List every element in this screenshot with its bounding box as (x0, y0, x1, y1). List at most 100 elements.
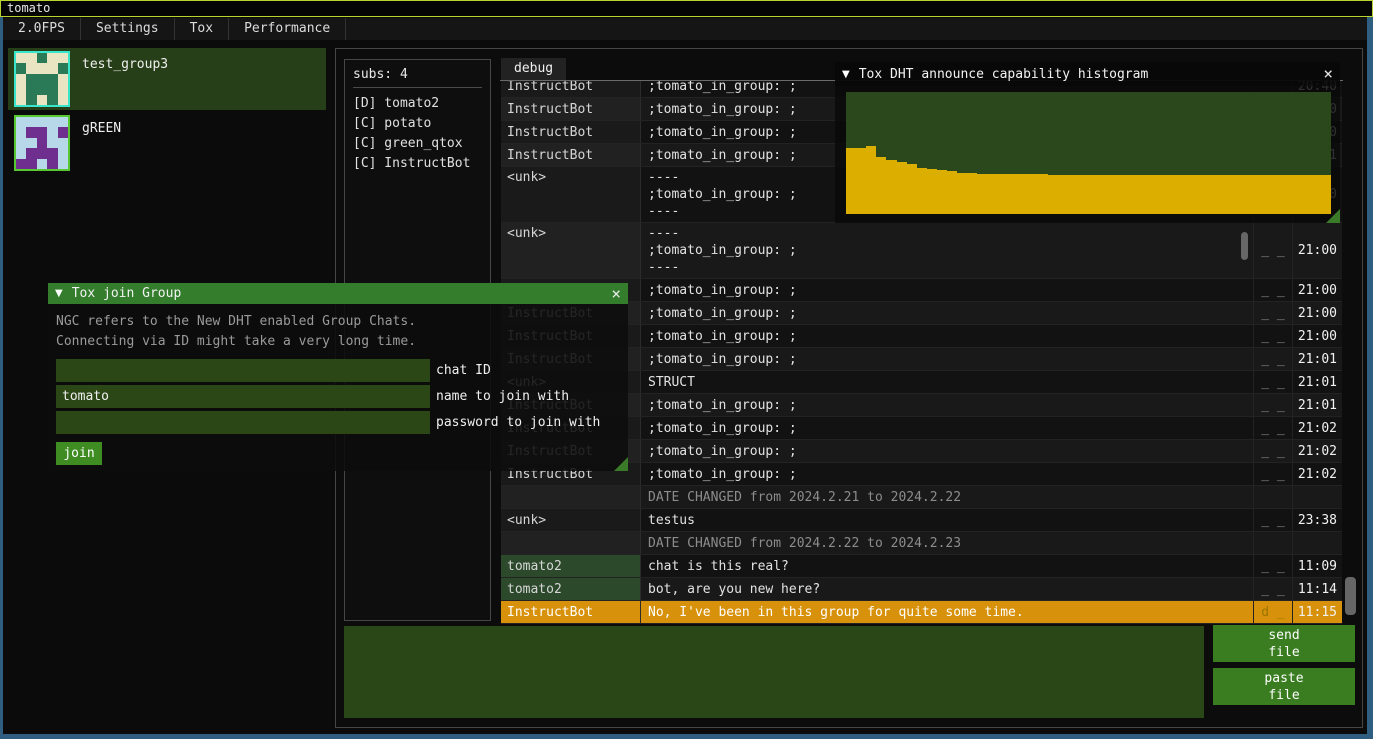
join-fields: chat IDtomatoname to join with password t… (56, 357, 620, 435)
message-status: _ _ (1254, 348, 1293, 370)
group-item-test_group3[interactable]: test_group3 (8, 48, 326, 110)
join-group-body: NGC refers to the New DHT enabled Group … (48, 304, 628, 471)
avatar-pixel (26, 63, 36, 73)
chat-scrollbar-thumb[interactable] (1345, 577, 1356, 615)
field-row-password-to-join-with: password to join with (56, 409, 620, 435)
subscriber-instructbot[interactable]: [C] InstructBot (353, 154, 482, 174)
message-row[interactable]: <unk>testus_ _23:38 (501, 509, 1342, 532)
message-text: testus (641, 509, 1254, 531)
message-text: ;tomato_in_group: ; (641, 394, 1254, 416)
histogram-bar (856, 148, 866, 214)
message-text: ;tomato_in_group: ; (641, 440, 1254, 462)
message-timestamp: 11:15 (1293, 601, 1342, 623)
group-avatar (14, 115, 70, 171)
message-row[interactable]: InstructBotNo, I've been in this group f… (501, 601, 1342, 624)
message-timestamp: 21:00 (1293, 223, 1342, 278)
histogram-bar (1180, 175, 1190, 214)
message-status: _ _ (1254, 440, 1293, 462)
avatar-pixel (47, 63, 57, 73)
avatar-pixel (16, 63, 26, 73)
join-group-titlebar[interactable]: ▼ Tox join Group × (48, 283, 628, 304)
group-item-green[interactable]: gREEN (8, 112, 326, 174)
avatar-pixel (37, 117, 47, 127)
avatar-pixel (37, 127, 47, 137)
histogram-bar (988, 174, 998, 214)
resize-grip-icon[interactable] (1326, 209, 1340, 223)
histogram-bar (1038, 174, 1048, 214)
chat-scrollbar-thumb-secondary[interactable] (1241, 232, 1248, 260)
chat-id-input[interactable] (56, 359, 430, 382)
close-icon[interactable]: × (1323, 66, 1333, 82)
close-icon[interactable]: × (611, 286, 621, 302)
collapse-arrow-icon[interactable]: ▼ (55, 288, 63, 299)
message-input[interactable] (344, 626, 1204, 718)
date-changed-row[interactable]: DATE CHANGED from 2024.2.21 to 2024.2.22 (501, 486, 1342, 509)
avatar-pixel (47, 84, 57, 94)
message-status: _ _ (1254, 302, 1293, 324)
field-row-name-to-join-with: tomatoname to join with (56, 383, 620, 409)
message-sender: <unk> (501, 167, 641, 222)
histogram-bar (1119, 175, 1129, 214)
resize-grip-icon[interactable] (614, 457, 628, 471)
password-to-join-with-input[interactable] (56, 411, 430, 434)
group-name-label: test_group3 (82, 57, 168, 72)
message-status: _ _ (1254, 463, 1293, 485)
message-status: _ _ (1254, 555, 1293, 577)
window-title: tomato (7, 1, 50, 15)
histogram-bar (1058, 175, 1068, 214)
message-timestamp: 21:01 (1293, 394, 1342, 416)
group-name-label: gREEN (82, 121, 121, 136)
message-status (1254, 532, 1293, 554)
avatar-pixel (16, 95, 26, 105)
message-text: DATE CHANGED from 2024.2.22 to 2024.2.23 (641, 532, 1254, 554)
histogram-bar (1230, 175, 1240, 214)
histogram-bar (977, 174, 987, 214)
date-changed-row[interactable]: DATE CHANGED from 2024.2.22 to 2024.2.23 (501, 532, 1342, 555)
subscriber-tomato2[interactable]: [D] tomato2 (353, 94, 482, 114)
name-to-join-with-input[interactable]: tomato (56, 385, 430, 408)
field-row-chat-id: chat ID (56, 357, 620, 383)
histogram-window: ▼ Tox DHT announce capability histogram … (835, 62, 1340, 223)
message-row[interactable]: <unk>---- ;tomato_in_group: ; ----_ _21:… (501, 223, 1342, 279)
avatar-pixel (26, 159, 36, 169)
menu-bar: 2.0FPSSettingsToxPerformance (3, 18, 1367, 40)
avatar-pixel (26, 127, 36, 137)
message-row[interactable]: tomato2chat is this real?_ _11:09 (501, 555, 1342, 578)
avatar-pixel (47, 95, 57, 105)
subscriber-green_qtox[interactable]: [C] green_qtox (353, 134, 482, 154)
histogram-bar (907, 164, 917, 214)
password-to-join-with-label: password to join with (436, 415, 600, 430)
app-window: tomato 2.0FPSSettingsToxPerformance test… (0, 0, 1373, 739)
histogram-bar (1068, 175, 1078, 214)
message-status: _ _ (1254, 279, 1293, 301)
histogram-bar (1008, 174, 1018, 214)
send-file-label-1: send (1213, 627, 1355, 644)
avatar-pixel (58, 148, 68, 158)
histogram-bar (1281, 175, 1291, 214)
message-sender: <unk> (501, 509, 641, 531)
avatar-pixel (16, 138, 26, 148)
avatar-pixel (16, 84, 26, 94)
paste-file-button[interactable]: paste file (1213, 668, 1355, 705)
message-row[interactable]: tomato2bot, are you new here?_ _11:14 (501, 578, 1342, 601)
menu-item-performance[interactable]: Performance (229, 18, 346, 40)
avatar-pixel (47, 117, 57, 127)
collapse-arrow-icon[interactable]: ▼ (842, 69, 850, 80)
message-timestamp: 21:02 (1293, 417, 1342, 439)
histogram-bar (1190, 175, 1200, 214)
histogram-window-titlebar[interactable]: ▼ Tox DHT announce capability histogram … (835, 62, 1340, 86)
message-text: chat is this real? (641, 555, 1254, 577)
menu-item-tox[interactable]: Tox (175, 18, 229, 40)
tab-debug[interactable]: debug (501, 58, 566, 80)
message-timestamp: 21:02 (1293, 463, 1342, 485)
histogram-bar (957, 173, 967, 214)
subscriber-potato[interactable]: [C] potato (353, 114, 482, 134)
menu-item-settings[interactable]: Settings (81, 18, 175, 40)
send-file-button[interactable]: send file (1213, 625, 1355, 662)
avatar-pixel (47, 127, 57, 137)
avatar-pixel (26, 148, 36, 158)
avatar-pixel (26, 117, 36, 127)
avatar-pixel (37, 95, 47, 105)
join-button[interactable]: join (56, 442, 102, 465)
menu-item-2-0fps: 2.0FPS (3, 18, 81, 40)
